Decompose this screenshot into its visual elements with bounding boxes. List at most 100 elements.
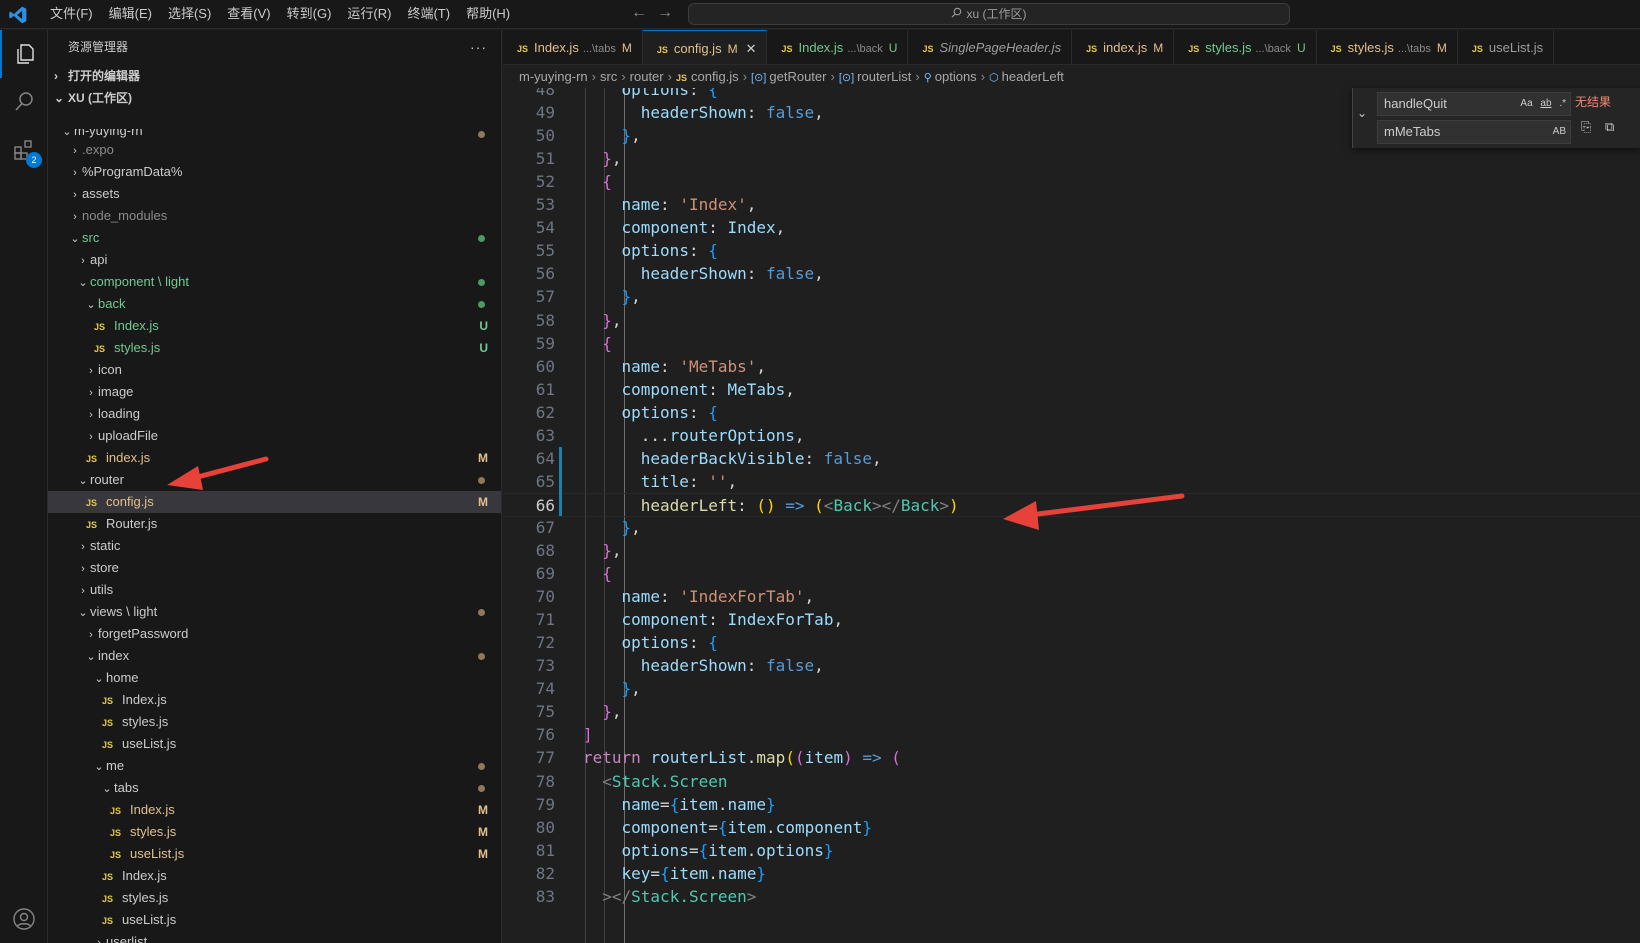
folder-item[interactable]: › userlist [48,931,501,943]
file-item[interactable]: JS styles.js M [48,821,501,843]
code-line[interactable]: 60 name: 'MeTabs', [503,355,1640,379]
file-item[interactable]: JS config.js M [48,491,501,513]
search-icon[interactable] [0,78,48,126]
folder-item[interactable]: › loading [48,403,501,425]
code-line[interactable]: 51}, [503,147,1640,171]
code-line[interactable]: 75}, [503,700,1640,724]
folder-item[interactable]: ⌄ src [48,227,501,249]
file-item[interactable]: JS useList.js [48,733,501,755]
open-editors-section[interactable]: › 打开的编辑器 [48,65,501,87]
code-line[interactable]: 66 headerLeft: () => (<Back></Back>) [503,492,1640,517]
find-input[interactable]: handleQuit Aa ab .* [1377,92,1571,116]
breadcrumb-item[interactable]: m-yuying-rn [519,69,588,84]
forward-arrow-icon[interactable]: → [657,4,673,22]
code-line[interactable]: 68}, [503,539,1640,563]
replace-input[interactable]: mMeTabs AB [1377,120,1571,144]
folder-item[interactable]: › store [48,557,501,579]
more-actions-icon[interactable]: ··· [470,30,487,65]
code-line[interactable]: 81 options={item.options} [503,839,1640,863]
code-line[interactable]: 56 headerShown: false, [503,262,1640,286]
code-line[interactable]: 67}, [503,516,1640,540]
folder-item[interactable]: ⌄ views \ light [48,601,501,623]
file-item[interactable]: JS useList.js [48,909,501,931]
folder-item[interactable]: › static [48,535,501,557]
breadcrumb-item[interactable]: [⊙] routerList [839,69,912,84]
code-line[interactable]: 61 component: MeTabs, [503,378,1640,402]
code-line[interactable]: 58}, [503,309,1640,333]
folder-item[interactable]: ⌄ me [48,755,501,777]
code-line[interactable]: 77 return routerList.map((item) => ( [503,746,1640,770]
folder-item[interactable]: ⌄ index [48,645,501,667]
tab-styles-js[interactable]: JS styles.js ...\back U [1174,30,1317,64]
replace-one-icon[interactable]: ⎘ [1581,119,1591,135]
replace-all-icon[interactable]: ⧉ [1605,119,1614,135]
breadcrumb-item[interactable]: router [630,69,664,84]
folder-item[interactable]: › uploadFile [48,425,501,447]
tab-singlepageheader-js[interactable]: JS SinglePageHeader.js [908,30,1073,64]
folder-item[interactable]: › assets [48,183,501,205]
match-word-toggle[interactable]: ab [1540,98,1551,109]
menu-edit[interactable]: 编辑(E) [101,0,160,29]
folder-item[interactable]: ⌄ m-yuying-rn [48,129,501,139]
code-line[interactable]: 70 name: 'IndexForTab', [503,585,1640,609]
code-line[interactable]: 57}, [503,285,1640,309]
code-line[interactable]: 74}, [503,677,1640,701]
menu-terminal[interactable]: 终端(T) [399,0,458,29]
menu-selection[interactable]: 选择(S) [160,0,219,29]
code-line[interactable]: 63 ...routerOptions, [503,424,1640,448]
file-item[interactable]: JS styles.js [48,711,501,733]
menu-file[interactable]: 文件(F) [42,0,101,29]
folder-item[interactable]: › forgetPassword [48,623,501,645]
file-item[interactable]: JS Index.js U [48,315,501,337]
account-icon[interactable] [0,895,48,943]
folder-item[interactable]: ⌄ router [48,469,501,491]
command-center-search[interactable]: xu (工作区) [688,3,1290,25]
breadcrumb-item[interactable]: ⬡ headerLeft [989,69,1064,84]
code-line[interactable]: 52 { [503,170,1640,194]
code-line[interactable]: 54 component: Index, [503,216,1640,240]
code-editor[interactable]: 48 options: {49 headerShown: false, 50}, 51}… [503,88,1640,943]
code-line[interactable]: 72 options: { [503,631,1640,655]
code-line[interactable]: 71 component: IndexForTab, [503,608,1640,632]
folder-item[interactable]: › utils [48,579,501,601]
code-line[interactable]: 55 options: { [503,239,1640,263]
code-line[interactable]: 79 name={item.name} [503,793,1640,817]
code-line[interactable]: 83 ></Stack.Screen> [503,885,1640,909]
breadcrumb-item[interactable]: ⚲ options [924,69,977,84]
file-item[interactable]: JS useList.js M [48,843,501,865]
code-line[interactable]: 64 headerBackVisible: false, [503,447,1640,471]
folder-item[interactable]: › api [48,249,501,271]
explorer-icon[interactable] [0,30,48,78]
back-arrow-icon[interactable]: ← [631,4,647,22]
menu-help[interactable]: 帮助(H) [458,0,518,29]
code-line[interactable]: 82 key={item.name} [503,862,1640,886]
folder-item[interactable]: › %ProgramData% [48,161,501,183]
file-item[interactable]: JS Index.js M [48,799,501,821]
extensions-icon[interactable]: 2 [0,126,48,174]
code-line[interactable]: 78 <Stack.Screen [503,770,1640,794]
toggle-replace-chevron-icon[interactable]: ⌄ [1357,106,1367,120]
code-line[interactable]: 65 title: '', [503,470,1640,494]
tab-index-js[interactable]: JS index.js M [1072,30,1175,64]
match-case-toggle[interactable]: Aa [1520,98,1532,109]
file-item[interactable]: JS Index.js [48,689,501,711]
menu-run[interactable]: 运行(R) [339,0,399,29]
tab-config-js[interactable]: JS config.js M ✕ [642,30,768,64]
tab-index-js[interactable]: JS Index.js ...\back U [767,30,909,64]
breadcrumb-item[interactable]: JS config.js [676,69,739,84]
code-line[interactable]: 76] [503,723,1640,747]
menu-go[interactable]: 转到(G) [279,0,340,29]
folder-item[interactable]: ⌄ component \ light [48,271,501,293]
file-item[interactable]: JS styles.js [48,887,501,909]
file-item[interactable]: JS Index.js [48,865,501,887]
tab-uselist-js[interactable]: JS useList.js [1458,30,1555,64]
folder-item[interactable]: ⌄ home [48,667,501,689]
code-line[interactable]: 69 { [503,562,1640,586]
close-icon[interactable]: ✕ [746,41,757,56]
code-line[interactable]: 62 options: { [503,401,1640,425]
menu-view[interactable]: 查看(V) [219,0,278,29]
breadcrumb-item[interactable]: src [600,69,617,84]
tab-styles-js[interactable]: JS styles.js ...\tabs M [1317,30,1458,64]
file-item[interactable]: JS index.js M [48,447,501,469]
folder-item[interactable]: ⌄ back [48,293,501,315]
